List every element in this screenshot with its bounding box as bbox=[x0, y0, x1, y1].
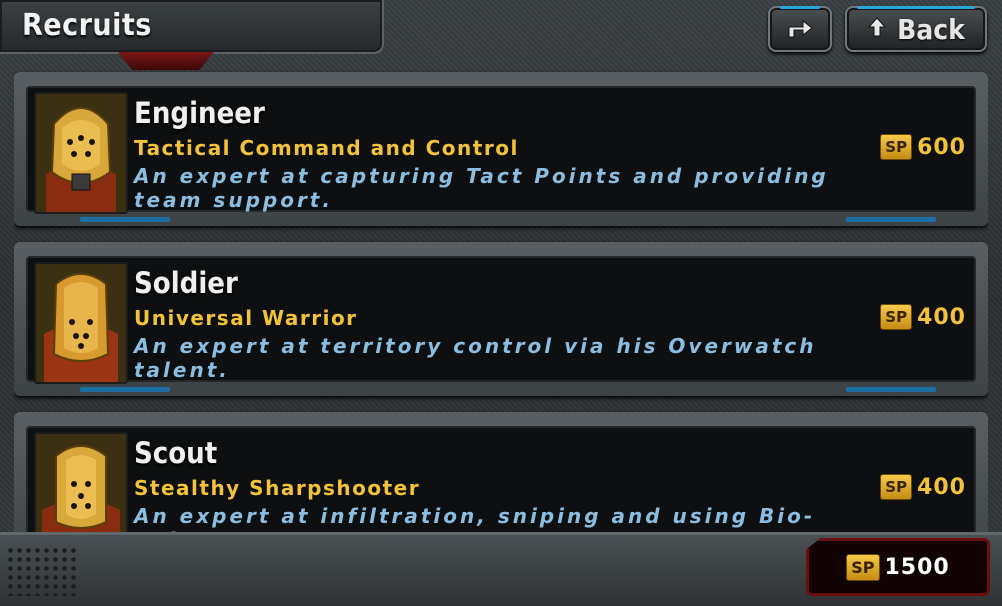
sp-currency-icon: SP bbox=[880, 304, 913, 330]
card-accent bbox=[846, 217, 936, 222]
recruit-cost: SP 400 bbox=[880, 304, 966, 330]
recruit-role: Tactical Command and Control bbox=[134, 136, 519, 160]
sp-balance: SP 1500 bbox=[806, 538, 990, 596]
balance-value: 1500 bbox=[884, 554, 950, 580]
cost-value: 400 bbox=[917, 474, 966, 500]
title-tab: Recruits bbox=[0, 0, 384, 54]
card-accent bbox=[80, 387, 170, 392]
page-title: Recruits bbox=[22, 8, 152, 43]
recruit-cost: SP 400 bbox=[880, 474, 966, 500]
recruit-role: Stealthy Sharpshooter bbox=[134, 476, 421, 500]
soldier-portrait bbox=[34, 262, 128, 384]
recruit-card-engineer[interactable]: Engineer Tactical Command and Control An… bbox=[14, 72, 988, 226]
recruit-description: An expert at capturing Tact Points and p… bbox=[134, 164, 829, 212]
recruit-name: Soldier bbox=[134, 266, 238, 300]
recruit-list[interactable]: Engineer Tactical Command and Control An… bbox=[14, 62, 988, 536]
scout-portrait bbox=[34, 432, 128, 536]
helmet-icon bbox=[36, 94, 126, 212]
cost-value: 400 bbox=[917, 304, 966, 330]
recruit-description: An expert at territory control via his O… bbox=[134, 334, 817, 382]
card-accent bbox=[80, 217, 170, 222]
recruit-card-soldier[interactable]: Soldier Universal Warrior An expert at t… bbox=[14, 242, 988, 396]
sp-currency-icon: SP bbox=[880, 474, 913, 500]
sp-currency-icon: SP bbox=[846, 553, 880, 581]
recruit-role: Universal Warrior bbox=[134, 306, 358, 330]
recruit-name: Scout bbox=[134, 436, 218, 470]
game-frame: Recruits Back Engineer Tactical Command … bbox=[0, 0, 1002, 606]
up-arrow-icon bbox=[867, 16, 887, 42]
recruit-cost: SP 600 bbox=[880, 134, 966, 160]
helmet-icon bbox=[36, 434, 126, 536]
sp-currency-icon: SP bbox=[880, 134, 913, 160]
back-button[interactable]: Back bbox=[845, 6, 987, 52]
vent-grille-decoration bbox=[6, 546, 76, 596]
share-arrow-icon bbox=[785, 15, 815, 43]
engineer-portrait bbox=[34, 92, 128, 214]
back-button-label: Back bbox=[897, 12, 965, 46]
card-accent bbox=[846, 387, 936, 392]
helmet-icon bbox=[36, 264, 126, 382]
recruit-name: Engineer bbox=[134, 96, 265, 130]
share-button[interactable] bbox=[768, 6, 832, 52]
cost-value: 600 bbox=[917, 134, 966, 160]
recruit-card-scout[interactable]: Scout Stealthy Sharpshooter An expert at… bbox=[14, 412, 988, 536]
